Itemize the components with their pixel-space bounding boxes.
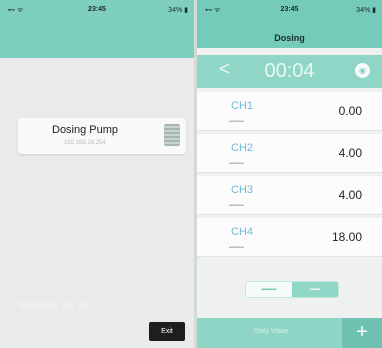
bottom-bar: Daily Value + xyxy=(197,318,382,348)
channel-sub-text: ▬▬▬ xyxy=(229,244,244,250)
battery-icon: ▮ xyxy=(184,7,188,14)
battery-indicator: 34% ▮ xyxy=(356,6,376,14)
battery-icon: ▮ xyxy=(372,7,376,14)
dosing-screen: ⊷ ᯤ 23:45 34% ▮ Dosing < 00:04 ◉ CH1 ▬▬▬… xyxy=(197,0,382,348)
faint-block xyxy=(18,301,58,309)
channel-name: CH3 xyxy=(231,184,254,196)
battery-percent: 34% xyxy=(356,7,371,14)
channel-name: CH1 xyxy=(231,100,254,112)
faint-block xyxy=(62,301,74,309)
plus-icon[interactable]: + xyxy=(342,318,382,348)
header-bar: ⊷ ᯤ 23:45 34% ▮ Dosing xyxy=(197,0,382,48)
status-bar: ⊷ ᯤ 23:45 34% ▮ xyxy=(0,0,194,20)
channel-value: 4.00 xyxy=(338,146,362,160)
channel-row[interactable]: CH4 ▬▬▬ 18.00 xyxy=(197,218,382,257)
device-thumbnail-icon xyxy=(164,124,180,146)
channel-name: CH4 xyxy=(231,226,254,238)
exit-button[interactable]: Exit xyxy=(149,322,185,341)
channel-value: 4.00 xyxy=(338,188,362,202)
faint-block xyxy=(78,301,88,309)
device-card[interactable]: Dosing Pump 192.168.16.254 xyxy=(18,118,186,154)
channel-sub-text: ▬▬▬ xyxy=(229,160,244,166)
menu-circle-icon[interactable]: ◉ xyxy=(355,63,370,78)
device-ip: 192.168.16.254 xyxy=(64,140,106,146)
channel-sub-text: ▬▬▬ xyxy=(229,118,244,124)
page-title: Dosing xyxy=(274,33,305,43)
mode-toggle[interactable]: ▬▬▬ ▬▬ xyxy=(245,281,339,298)
timer-bar: < 00:04 ◉ xyxy=(197,55,382,88)
status-bar: ⊷ ᯤ 23:45 34% ▮ xyxy=(197,0,382,20)
status-time: 23:45 xyxy=(280,6,299,13)
mode-option-right[interactable]: ▬▬ xyxy=(292,282,338,297)
battery-indicator: 34% ▮ xyxy=(168,6,188,14)
daily-value-button[interactable]: Daily Value xyxy=(197,328,345,335)
battery-percent: 34% xyxy=(168,7,183,14)
channel-value: 0.00 xyxy=(338,104,362,118)
channel-sub-text: ▬▬▬ xyxy=(229,202,244,208)
device-list-screen: ⊷ ᯤ 23:45 34% ▮ Dosing Pump 192.168.16.2… xyxy=(0,0,194,348)
channel-row[interactable]: CH2 ▬▬▬ 4.00 xyxy=(197,134,382,173)
device-name: Dosing Pump xyxy=(52,124,119,136)
channel-name: CH2 xyxy=(231,142,254,154)
faint-toolbar xyxy=(18,296,108,309)
status-time: 23:45 xyxy=(88,6,106,13)
channel-row[interactable]: CH1 ▬▬▬ 0.00 xyxy=(197,92,382,131)
channel-row[interactable]: CH3 ▬▬▬ 4.00 xyxy=(197,176,382,215)
mode-option-left[interactable]: ▬▬▬ xyxy=(246,282,292,297)
channel-value: 18.00 xyxy=(331,230,362,244)
